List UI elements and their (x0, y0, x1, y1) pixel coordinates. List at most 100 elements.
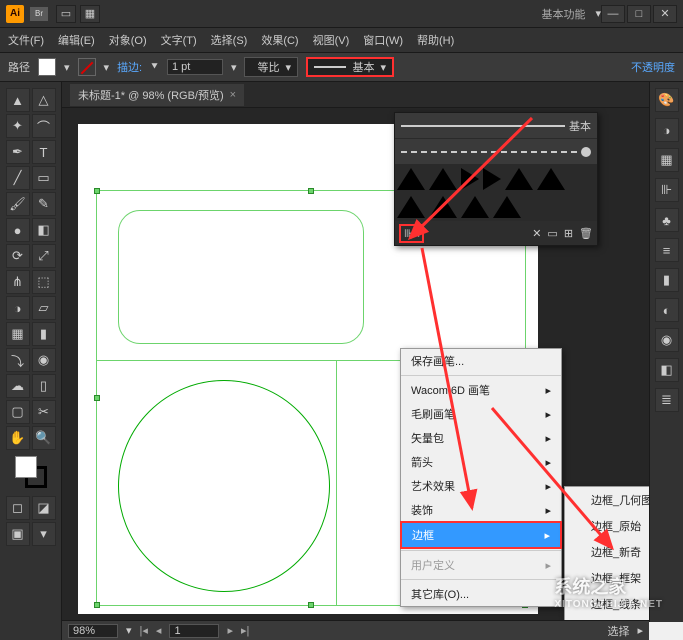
menu-other-library[interactable]: 其它库(O)... (401, 582, 561, 606)
stroke-label[interactable]: 描边: (117, 59, 142, 75)
menu-save-brushes[interactable]: 保存画笔... (401, 349, 561, 373)
blob-brush-tool[interactable]: ● (6, 218, 30, 242)
transparency-icon[interactable]: ◐ (655, 298, 679, 322)
maximize-button[interactable]: □ (627, 5, 651, 23)
menu-window[interactable]: 窗口(W) (363, 32, 403, 48)
perspective-tool[interactable]: ▱ (32, 296, 56, 320)
pen-tool[interactable]: ✒ (6, 140, 30, 164)
menu-artistic[interactable]: 艺术效果▸ (401, 474, 561, 498)
brushes-icon[interactable]: ⊪ (655, 178, 679, 202)
scale-tool[interactable]: ⤢ (32, 244, 56, 268)
menu-vector-pack[interactable]: 矢量包▸ (401, 426, 561, 450)
eraser-tool[interactable]: ◧ (32, 218, 56, 242)
menu-arrows[interactable]: 箭头▸ (401, 450, 561, 474)
menu-edit[interactable]: 编辑(E) (58, 32, 95, 48)
artboard-tool[interactable]: ▢ (6, 400, 30, 424)
menu-view[interactable]: 视图(V) (313, 32, 350, 48)
fill-swatch[interactable] (38, 58, 56, 76)
gradient-tool[interactable]: ▮ (32, 322, 56, 346)
layout-toggle-icon[interactable]: ▭ (56, 5, 76, 23)
stroke-swatch[interactable] (78, 58, 96, 76)
stroke-panel-icon[interactable]: ≡ (655, 238, 679, 262)
brush-basic-row[interactable]: 基本 (395, 113, 597, 139)
gradient-panel-icon[interactable]: ▮ (655, 268, 679, 292)
menu-object[interactable]: 对象(O) (109, 32, 147, 48)
new-brush-icon[interactable]: ⊞ (564, 227, 573, 240)
type-tool[interactable]: T (32, 140, 56, 164)
artboard-nav-field[interactable]: 1 (169, 624, 219, 638)
document-tab[interactable]: 未标题-1* @ 98% (RGB/预览) × (70, 84, 244, 106)
draw-normal-icon[interactable]: ◻ (6, 496, 30, 520)
menu-borders[interactable]: 边框▸ (400, 521, 562, 549)
color-panel-icon[interactable]: 🎨 (655, 88, 679, 112)
symbols-icon[interactable]: ♣ (655, 208, 679, 232)
menu-effect[interactable]: 效果(C) (261, 32, 298, 48)
chevron-down-icon[interactable]: ▾ (64, 61, 70, 74)
menu-select[interactable]: 选择(S) (211, 32, 248, 48)
opacity-label[interactable]: 不透明度 (631, 59, 675, 75)
brush-shapes-row[interactable] (395, 165, 597, 221)
fill-color-icon[interactable] (15, 456, 37, 478)
graphic-styles-icon[interactable]: ◧ (655, 358, 679, 382)
appearance-icon[interactable]: ◉ (655, 328, 679, 352)
menu-help[interactable]: 帮助(H) (417, 32, 454, 48)
chevron-down-icon[interactable]: ▾ (126, 624, 132, 637)
magic-wand-tool[interactable]: ✦ (6, 114, 30, 138)
workspace-switcher[interactable]: 基本功能 (541, 6, 585, 22)
profile-dropdown[interactable]: 等比 ▾ (244, 57, 298, 77)
stroke-decrement-icon[interactable]: ⯆ (150, 61, 159, 74)
free-transform-tool[interactable]: ⬚ (32, 270, 56, 294)
first-artboard-icon[interactable]: |◂ (140, 624, 148, 637)
shape-builder-tool[interactable]: ◑ (6, 296, 30, 320)
canvas[interactable]: 基本 ⊪ (62, 108, 683, 640)
selection-tool[interactable]: ▲ (6, 88, 30, 112)
delete-brush-icon[interactable]: 🗑 (579, 227, 593, 240)
prev-artboard-icon[interactable]: ◂ (156, 624, 162, 637)
close-button[interactable]: ✕ (653, 5, 677, 23)
layers-icon[interactable]: ≣ (655, 388, 679, 412)
minimize-button[interactable]: — (601, 5, 625, 23)
paintbrush-tool[interactable]: 🖌 (6, 192, 30, 216)
menu-file[interactable]: 文件(F) (8, 32, 44, 48)
width-tool[interactable]: ⋔ (6, 270, 30, 294)
mesh-tool[interactable]: ▦ (6, 322, 30, 346)
hand-tool[interactable]: ✋ (6, 426, 30, 450)
symbol-spray-tool[interactable]: ☁ (6, 374, 30, 398)
menu-bristle-brushes[interactable]: 毛刷画笔▸ (401, 402, 561, 426)
bridge-badge[interactable]: Br (30, 7, 48, 21)
brush-options-icon[interactable]: ▭ (547, 227, 557, 240)
slice-tool[interactable]: ✂ (32, 400, 56, 424)
blend-tool[interactable]: ◉ (32, 348, 56, 372)
screen-mode-icon[interactable]: ▣ (6, 522, 30, 546)
chevron-right-icon[interactable]: ▸ (637, 624, 643, 637)
last-artboard-icon[interactable]: ▸| (241, 624, 249, 637)
lasso-tool[interactable]: ⌒ (32, 114, 56, 138)
eyedropper-tool[interactable]: ⤵ (6, 348, 30, 372)
fill-stroke-control[interactable] (13, 454, 49, 490)
remove-brush-icon[interactable]: ✕ (532, 227, 541, 240)
menu-type[interactable]: 文字(T) (161, 32, 197, 48)
direct-select-tool[interactable]: △ (32, 88, 56, 112)
menu-decorative[interactable]: 装饰▸ (401, 498, 561, 522)
zoom-tool[interactable]: 🔍 (32, 426, 56, 450)
zoom-input[interactable]: 98% (68, 624, 118, 638)
stroke-weight-field[interactable]: 1 pt (167, 59, 223, 75)
brush-definition-dropdown[interactable]: 基本 ▾ (306, 57, 394, 77)
pencil-tool[interactable]: ✎ (32, 192, 56, 216)
rotate-tool[interactable]: ⟳ (6, 244, 30, 268)
draw-behind-icon[interactable]: ◪ (32, 496, 56, 520)
next-artboard-icon[interactable]: ▸ (227, 624, 233, 637)
arrange-docs-icon[interactable]: ▦ (80, 5, 100, 23)
brush-libraries-icon[interactable]: ⊪◂ (399, 224, 424, 243)
color-guide-icon[interactable]: ◑ (655, 118, 679, 142)
chevron-down-icon[interactable]: ▾ (231, 61, 237, 74)
swatches-icon[interactable]: ▦ (655, 148, 679, 172)
rectangle-tool[interactable]: ▭ (32, 166, 56, 190)
close-tab-icon[interactable]: × (230, 89, 236, 101)
chevron-down-icon[interactable]: ▾ (104, 61, 110, 74)
change-screen-icon[interactable]: ▾ (32, 522, 56, 546)
line-tool[interactable]: ╱ (6, 166, 30, 190)
brush-dashed-row[interactable] (395, 139, 597, 165)
graph-tool[interactable]: ▯ (32, 374, 56, 398)
menu-wacom-brushes[interactable]: Wacom 6D 画笔▸ (401, 378, 561, 402)
